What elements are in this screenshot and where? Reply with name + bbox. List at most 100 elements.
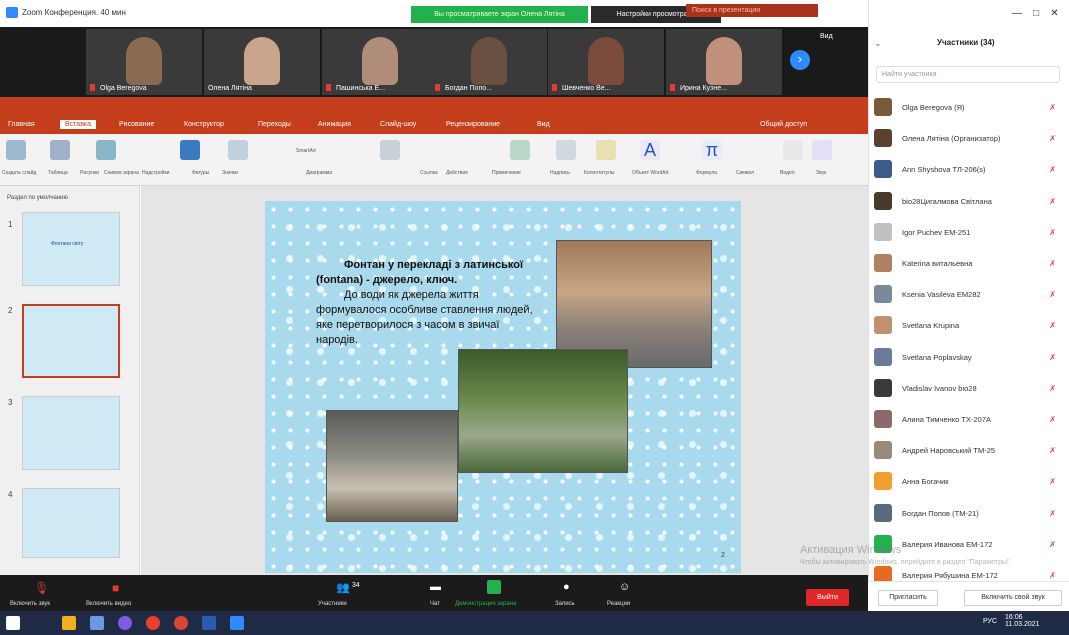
participant-row[interactable]: Svetlana Poplavskay ✗ [870,346,1066,371]
audio-button-label[interactable]: Включить звук [10,601,50,607]
zoom-logo-icon [6,7,18,18]
share-screen-button-label[interactable]: Демонстрация экрана [455,601,516,607]
comment-icon[interactable] [510,140,530,160]
file-explorer-icon[interactable] [62,616,76,630]
tab-insert[interactable]: Вставка [60,120,97,129]
video-tile[interactable]: Олена Лятіна [204,29,320,95]
participant-row[interactable]: Svetlana Krupina ✗ [870,314,1066,339]
participant-name: Ann Shyshova ТЛ-206(s) [902,165,986,175]
mic-muted-icon: ✗ [1049,321,1056,331]
next-page-icon[interactable]: › [790,50,810,70]
chrome-icon[interactable] [174,616,188,630]
pictures-icon[interactable] [96,140,116,160]
equation-icon[interactable]: π [702,140,722,160]
clock[interactable]: 16:06 11.03.2021 [1005,614,1040,628]
participant-row[interactable]: Ann Shyshova ТЛ-206(s) ✗ [870,158,1066,183]
video-off-icon[interactable]: ■ [112,581,119,595]
mic-muted-icon: ✗ [1049,508,1056,518]
section-label[interactable]: Раздел по умолчанию [7,195,68,201]
icons-icon[interactable] [228,140,248,160]
app-icon[interactable] [90,616,104,630]
mic-muted-icon: ✗ [1049,415,1056,424]
video-tile[interactable]: Olga Beregova [86,29,202,95]
video-tile[interactable]: Пашинська Е... [322,29,438,95]
slide-thumbnail[interactable]: Фонтани світу [22,212,120,286]
wordart-icon[interactable]: A [640,140,660,160]
record-button-label[interactable]: Запись [555,601,575,607]
participant-row[interactable]: Igor Puchev EM-251 ✗ [870,221,1066,246]
reactions-icon[interactable]: ☺ [619,581,630,593]
slide-thumbnail[interactable] [22,396,120,470]
participant-row[interactable]: Алина Тимченко ТХ-207А ✗ [870,408,1066,433]
fountain-photo-stone[interactable] [326,410,458,522]
slide-text[interactable]: Фонтан у перекладі з латинської (fontana… [316,258,536,348]
slide-thumbnail[interactable] [22,488,120,558]
collapse-chevron-icon[interactable]: ⌄ [874,38,882,49]
textbox-icon[interactable] [556,140,576,160]
fountain-photo-garden[interactable] [458,349,628,473]
participant-row[interactable]: Андрей Наровський ТМ-25 ✗ [870,439,1066,464]
ribbon-label: Создать слайд [2,170,37,176]
word-icon[interactable] [202,616,216,630]
tab-design[interactable]: Конструктор [184,121,224,128]
opera-icon[interactable] [146,616,160,630]
avatar [874,441,892,460]
slide-text-line: Фонтан у перекладі з латинської [344,259,524,271]
avatar [874,316,892,335]
video-button-label[interactable]: Включить видео [86,601,131,607]
mic-muted-icon: ✗ [1049,165,1056,175]
tab-review[interactable]: Рецензирование [446,121,500,128]
mic-muted-icon: ✗ [1049,446,1056,456]
share-button[interactable]: Общий доступ [760,121,807,128]
language-indicator[interactable]: РУС [983,618,997,625]
new-slide-icon[interactable] [6,140,26,160]
participant-row[interactable]: Олена Лятіна (Организатор) ✗ [870,127,1066,152]
leave-button[interactable]: Выйти [806,589,849,606]
participant-row[interactable]: Olga Beregova (Я) ✗ [870,96,1066,121]
participant-row[interactable]: Анна Богачик ✗ [870,470,1066,495]
mic-muted-icon[interactable]: 🎙 [34,581,49,595]
participant-row[interactable]: Ksenia Vasileva EM282 ✗ [870,283,1066,308]
zoom-taskbar-icon[interactable] [230,616,244,630]
participant-row[interactable]: Vladislav Ivanov bio28 ✗ [870,377,1066,402]
tab-draw[interactable]: Рисование [119,121,154,128]
share-screen-icon[interactable] [487,580,501,594]
mic-muted-icon: ✗ [1049,259,1056,268]
viber-icon[interactable] [118,616,132,630]
participants-button-label[interactable]: Участники [318,601,347,607]
tab-transitions[interactable]: Переходы [258,121,291,128]
tab-slideshow[interactable]: Слайд-шоу [380,121,416,128]
record-icon[interactable]: ● [563,581,570,593]
windows-start-icon[interactable] [6,616,20,630]
mic-muted-icon [552,84,557,91]
mic-muted-icon: ✗ [1049,539,1056,549]
mic-muted-icon [670,84,675,91]
chat-icon[interactable]: ▬ [430,581,441,593]
link-icon[interactable] [380,140,400,160]
participant-search-input[interactable]: Найти участника [876,66,1060,83]
video-icon[interactable] [783,140,803,160]
window-controls[interactable]: — □ ✕ [1012,8,1059,19]
ppt-search-input[interactable]: Поиск в презентации [686,4,818,17]
participants-icon[interactable]: 👥 [336,581,350,594]
view-button[interactable]: Вид [820,33,833,40]
participant-row[interactable]: bio28Цигалмова Світлана ✗ [870,190,1066,215]
invite-button[interactable]: Пригласить [878,590,938,606]
video-tile[interactable]: Богдан Попо... [431,29,547,95]
tab-animation[interactable]: Анимация [318,121,351,128]
participant-row[interactable]: Katerina витальевна ✗ [870,252,1066,277]
chat-button-label[interactable]: Чат [430,601,440,607]
video-tile[interactable]: Ирина Кузне... [666,29,782,95]
audio-icon[interactable] [812,140,832,160]
windows-activation-watermark: Активация Windows [800,544,902,556]
unmute-me-button[interactable]: Включить свой звук [964,590,1062,606]
slide-thumbnail-selected[interactable] [22,304,120,378]
table-icon[interactable] [50,140,70,160]
header-footer-icon[interactable] [596,140,616,160]
tab-home[interactable]: Главная [8,121,35,128]
shapes-icon[interactable] [180,140,200,160]
participant-row[interactable]: Богдан Попов (ТМ-21) ✗ [870,502,1066,527]
video-tile[interactable]: Шевченко Ве... [548,29,664,95]
tab-view[interactable]: Вид [537,121,550,128]
reactions-button-label[interactable]: Реакции [607,601,630,607]
